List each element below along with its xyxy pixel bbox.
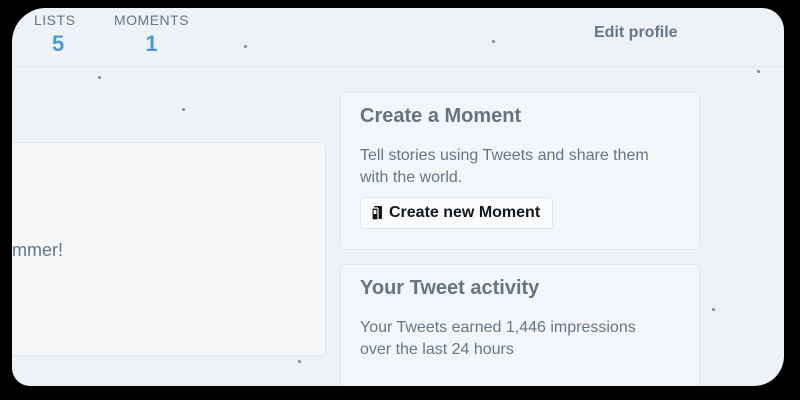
dust-speck	[298, 360, 301, 363]
dust-speck	[712, 308, 715, 311]
tweet-activity-card: Your Tweet activity Your Tweets earned 1…	[340, 264, 700, 386]
tweet-activity-description: Your Tweets earned 1,446 impressions ove…	[360, 319, 636, 358]
create-moment-card: Create a Moment Tell stories using Tweet…	[340, 92, 700, 250]
create-moment-title: Create a Moment	[360, 105, 522, 127]
edit-profile-button[interactable]: Edit profile	[594, 24, 678, 42]
lists-count: 5	[52, 31, 65, 56]
lists-stat[interactable]: LISTS 5	[34, 12, 75, 57]
lists-label: LISTS	[34, 12, 76, 28]
moments-count: 1	[145, 31, 158, 56]
moments-stat[interactable]: MOMENTS 1	[114, 12, 189, 57]
moments-label: MOMENTS	[114, 12, 190, 28]
dust-speck	[182, 108, 185, 111]
create-new-moment-button[interactable]: Create new Moment	[360, 197, 554, 229]
dust-speck	[244, 45, 247, 48]
create-moment-description: Tell stories using Tweets and share them…	[360, 147, 649, 186]
create-new-moment-label: Create new Moment	[389, 204, 541, 221]
tweet-text-snippet: mmer!	[12, 240, 63, 260]
tweet-activity-title: Your Tweet activity	[360, 277, 540, 299]
stats-divider	[12, 66, 784, 67]
screenshot-frame: LISTS 5 MOMENTS 1 Edit profile mmer! Cre…	[12, 8, 784, 386]
dust-speck	[757, 70, 760, 73]
dust-speck	[492, 40, 495, 43]
dust-speck	[98, 76, 101, 79]
moment-icon	[371, 205, 383, 221]
